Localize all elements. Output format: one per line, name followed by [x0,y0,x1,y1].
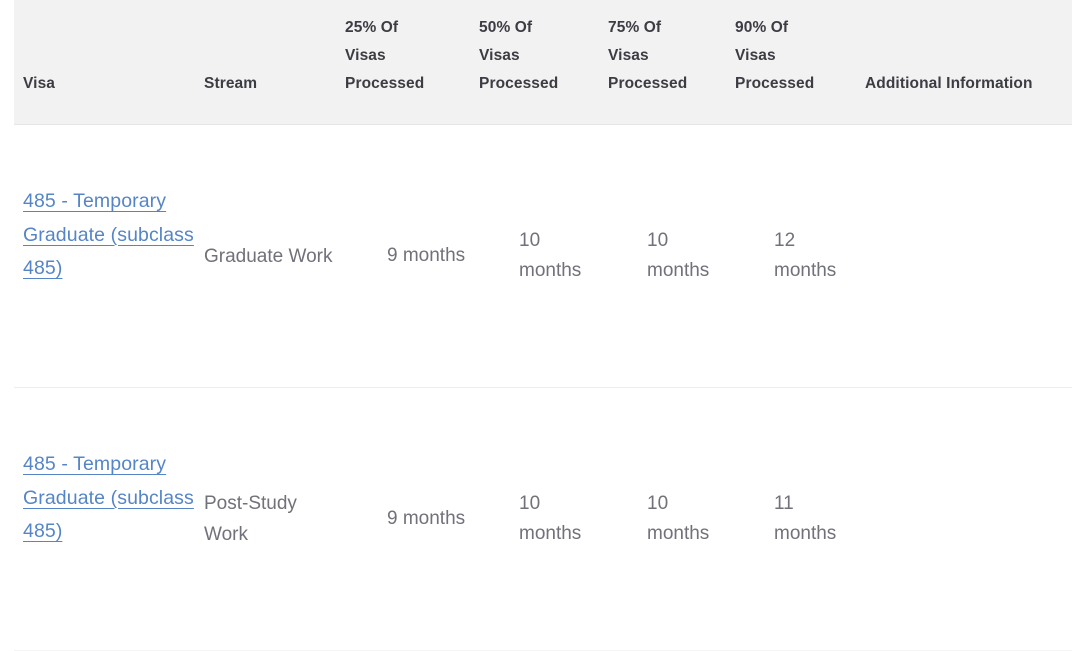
cell-25-percent-value: 9 months [387,508,466,529]
cell-90-percent-value: 11 months [774,493,837,544]
column-header-additional-information-label: Additional Information [865,75,1033,92]
cell-75-percent: 10 months [599,387,726,651]
cell-50-percent: 10 months [469,125,599,388]
column-header-50-percent: 50% Of Visas Processed [469,0,599,125]
cell-75-percent: 10 months [599,125,726,388]
cell-50-percent: 10 months [469,387,599,651]
table-body: 485 - Temporary Graduate (subclass 485) … [14,124,1072,651]
column-header-90-percent-label: 90% Of Visas Processed [735,19,815,92]
cell-75-percent-value: 10 months [647,230,710,281]
column-header-visa: Visa [14,0,197,125]
visa-link[interactable]: 485 - Temporary Graduate (subclass 485) [23,190,194,279]
cell-visa: 485 - Temporary Graduate (subclass 485) [14,387,197,651]
cell-90-percent: 12 months [726,125,857,388]
cell-stream-value: Graduate Work [204,245,333,267]
column-header-75-percent-label: 75% Of Visas Processed [608,19,688,92]
table-header-row: Visa Stream 25% Of Visas Processed 50% O… [14,0,1072,125]
cell-50-percent-value: 10 months [519,230,582,281]
table-row: 485 - Temporary Graduate (subclass 485) … [14,124,1072,388]
column-header-stream-label: Stream [204,75,258,92]
cell-visa: 485 - Temporary Graduate (subclass 485) [14,125,197,388]
column-header-50-percent-label: 50% Of Visas Processed [479,19,559,92]
cell-additional-information [857,387,1072,651]
visa-processing-times-table: Visa Stream 25% Of Visas Processed 50% O… [14,0,1072,651]
table-row: 485 - Temporary Graduate (subclass 485) … [14,387,1072,651]
column-header-visa-label: Visa [23,75,56,92]
column-header-25-percent-label: 25% Of Visas Processed [345,19,425,92]
column-header-90-percent: 90% Of Visas Processed [726,0,857,125]
cell-90-percent-value: 12 months [774,230,837,281]
cell-25-percent: 9 months [335,125,469,388]
cell-90-percent: 11 months [726,387,857,651]
column-header-additional-information: Additional Information [857,0,1072,125]
cell-stream-value: Post-Study Work [204,493,297,545]
column-header-stream: Stream [197,0,335,125]
column-header-75-percent: 75% Of Visas Processed [599,0,726,125]
cell-25-percent-value: 9 months [387,245,466,266]
cell-50-percent-value: 10 months [519,493,582,544]
cell-stream: Post-Study Work [197,387,335,651]
cell-75-percent-value: 10 months [647,493,710,544]
page-root: Visa Stream 25% Of Visas Processed 50% O… [0,0,1072,651]
table-header: Visa Stream 25% Of Visas Processed 50% O… [14,0,1072,125]
column-header-25-percent: 25% Of Visas Processed [335,0,469,125]
cell-stream: Graduate Work [197,125,335,388]
cell-25-percent: 9 months [335,387,469,651]
table-container: Visa Stream 25% Of Visas Processed 50% O… [0,0,1072,651]
visa-link[interactable]: 485 - Temporary Graduate (subclass 485) [23,453,194,542]
cell-additional-information [857,125,1072,388]
